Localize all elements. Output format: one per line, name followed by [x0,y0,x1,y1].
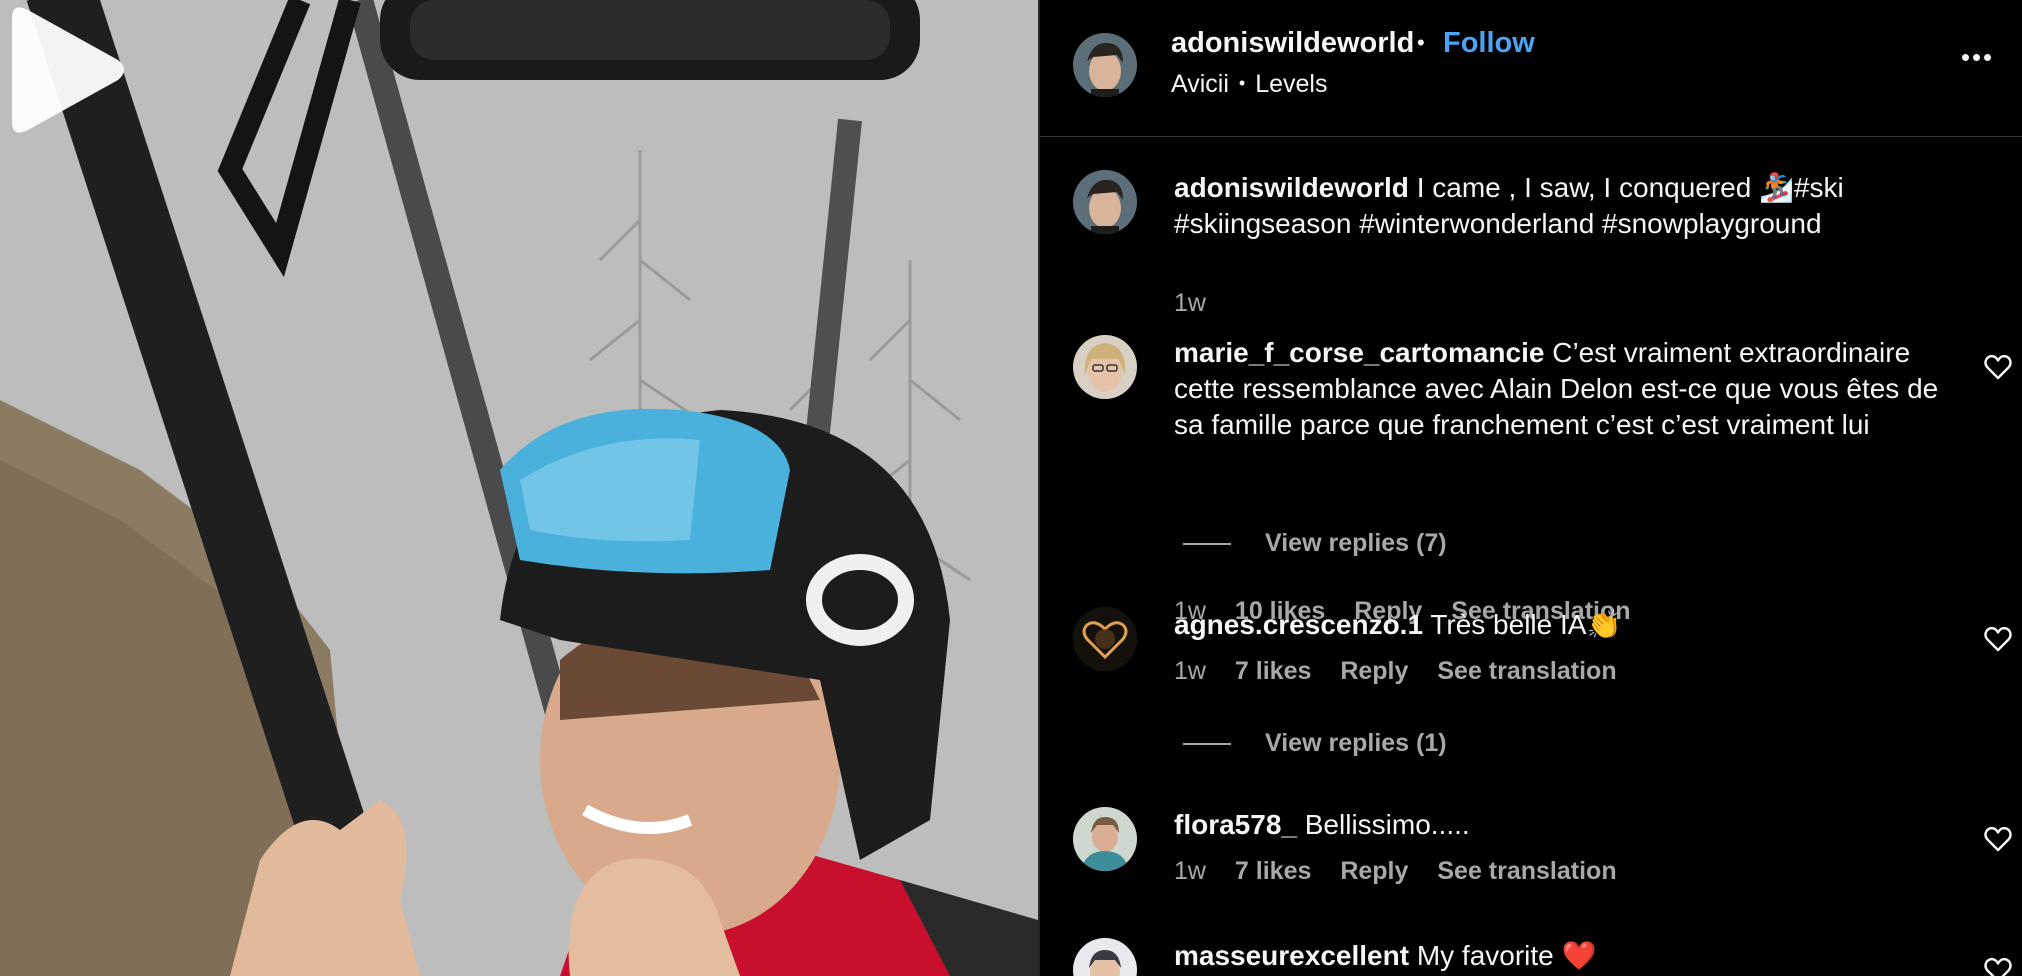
audio-track-link[interactable]: Levels [1255,70,1327,98]
heart-outline-icon[interactable] [1984,957,2012,976]
caption-time: 1w [1174,289,1206,317]
separator-dot: • [1417,30,1425,55]
commenter-avatar[interactable] [1073,807,1137,871]
likes-count[interactable]: 7 likes [1235,857,1311,885]
comment-username[interactable]: marie_f_corse_cartomancie [1174,337,1544,368]
audio-info: Avicii • Levels [1171,70,1327,99]
comment-username[interactable]: agnes.crescenzo.1 [1174,609,1423,640]
audio-artist-link[interactable]: Avicii [1171,70,1229,98]
caption-meta: 1w [1174,289,1228,318]
comment-username[interactable]: flora578_ [1174,809,1297,840]
view-replies-button[interactable]: View replies (7) [1183,529,1447,558]
heart-outline-icon[interactable] [1984,626,2012,652]
separator-dot: • [1238,73,1246,93]
comment-meta: 1w 7 likes Reply See translation [1174,857,1639,886]
post-details-panel: adoniswildeworld • Follow Avicii • Levels … [1038,0,2022,976]
author-username[interactable]: adoniswildeworld [1171,27,1414,60]
comment-username[interactable]: masseurexcellent [1174,940,1409,971]
view-replies-button[interactable]: View replies (1) [1183,729,1447,758]
comment-text: Très belle IA👏 [1430,609,1622,640]
comment-meta: 1w 7 likes Reply See translation [1174,657,1639,686]
play-icon[interactable] [0,0,130,140]
likes-count[interactable]: 7 likes [1235,657,1311,685]
comment-text-block: marie_f_corse_cartomancie C’est vraiment… [1174,335,1954,443]
see-translation-button[interactable]: See translation [1437,657,1616,685]
follow-button[interactable]: Follow [1443,27,1535,60]
commenter-avatar[interactable] [1073,335,1137,399]
commenter-avatar[interactable] [1073,938,1137,976]
comment-time: 1w [1174,657,1206,685]
comment-text-block: masseurexcellent My favorite ❤️ [1174,938,1954,974]
comment-time: 1w [1174,857,1206,885]
more-options-icon[interactable] [1962,48,2002,72]
video-player[interactable] [0,0,1038,976]
video-frame [0,0,1038,976]
see-translation-button[interactable]: See translation [1437,857,1616,885]
post-header: adoniswildeworld • Follow Avicii • Levels [1040,0,2022,137]
reply-button[interactable]: Reply [1340,857,1408,885]
commenter-avatar[interactable] [1073,607,1137,671]
author-avatar[interactable] [1073,170,1137,234]
heart-outline-icon[interactable] [1984,826,2012,852]
comment-text-block: agnes.crescenzo.1 Très belle IA👏 [1174,607,1954,643]
comment-text: Bellissimo..... [1304,809,1470,840]
comment-text-block: flora578_ Bellissimo..... [1174,807,1954,843]
reply-button[interactable]: Reply [1340,657,1408,685]
comment-text: My favorite ❤️ [1416,940,1597,971]
author-avatar[interactable] [1073,33,1137,97]
comments-list[interactable]: adoniswildeworld I came , I saw, I conqu… [1040,138,2022,976]
caption-text-block: adoniswildeworld I came , I saw, I conqu… [1174,170,1954,242]
caption-username[interactable]: adoniswildeworld [1174,172,1409,203]
heart-outline-icon[interactable] [1984,354,2012,380]
